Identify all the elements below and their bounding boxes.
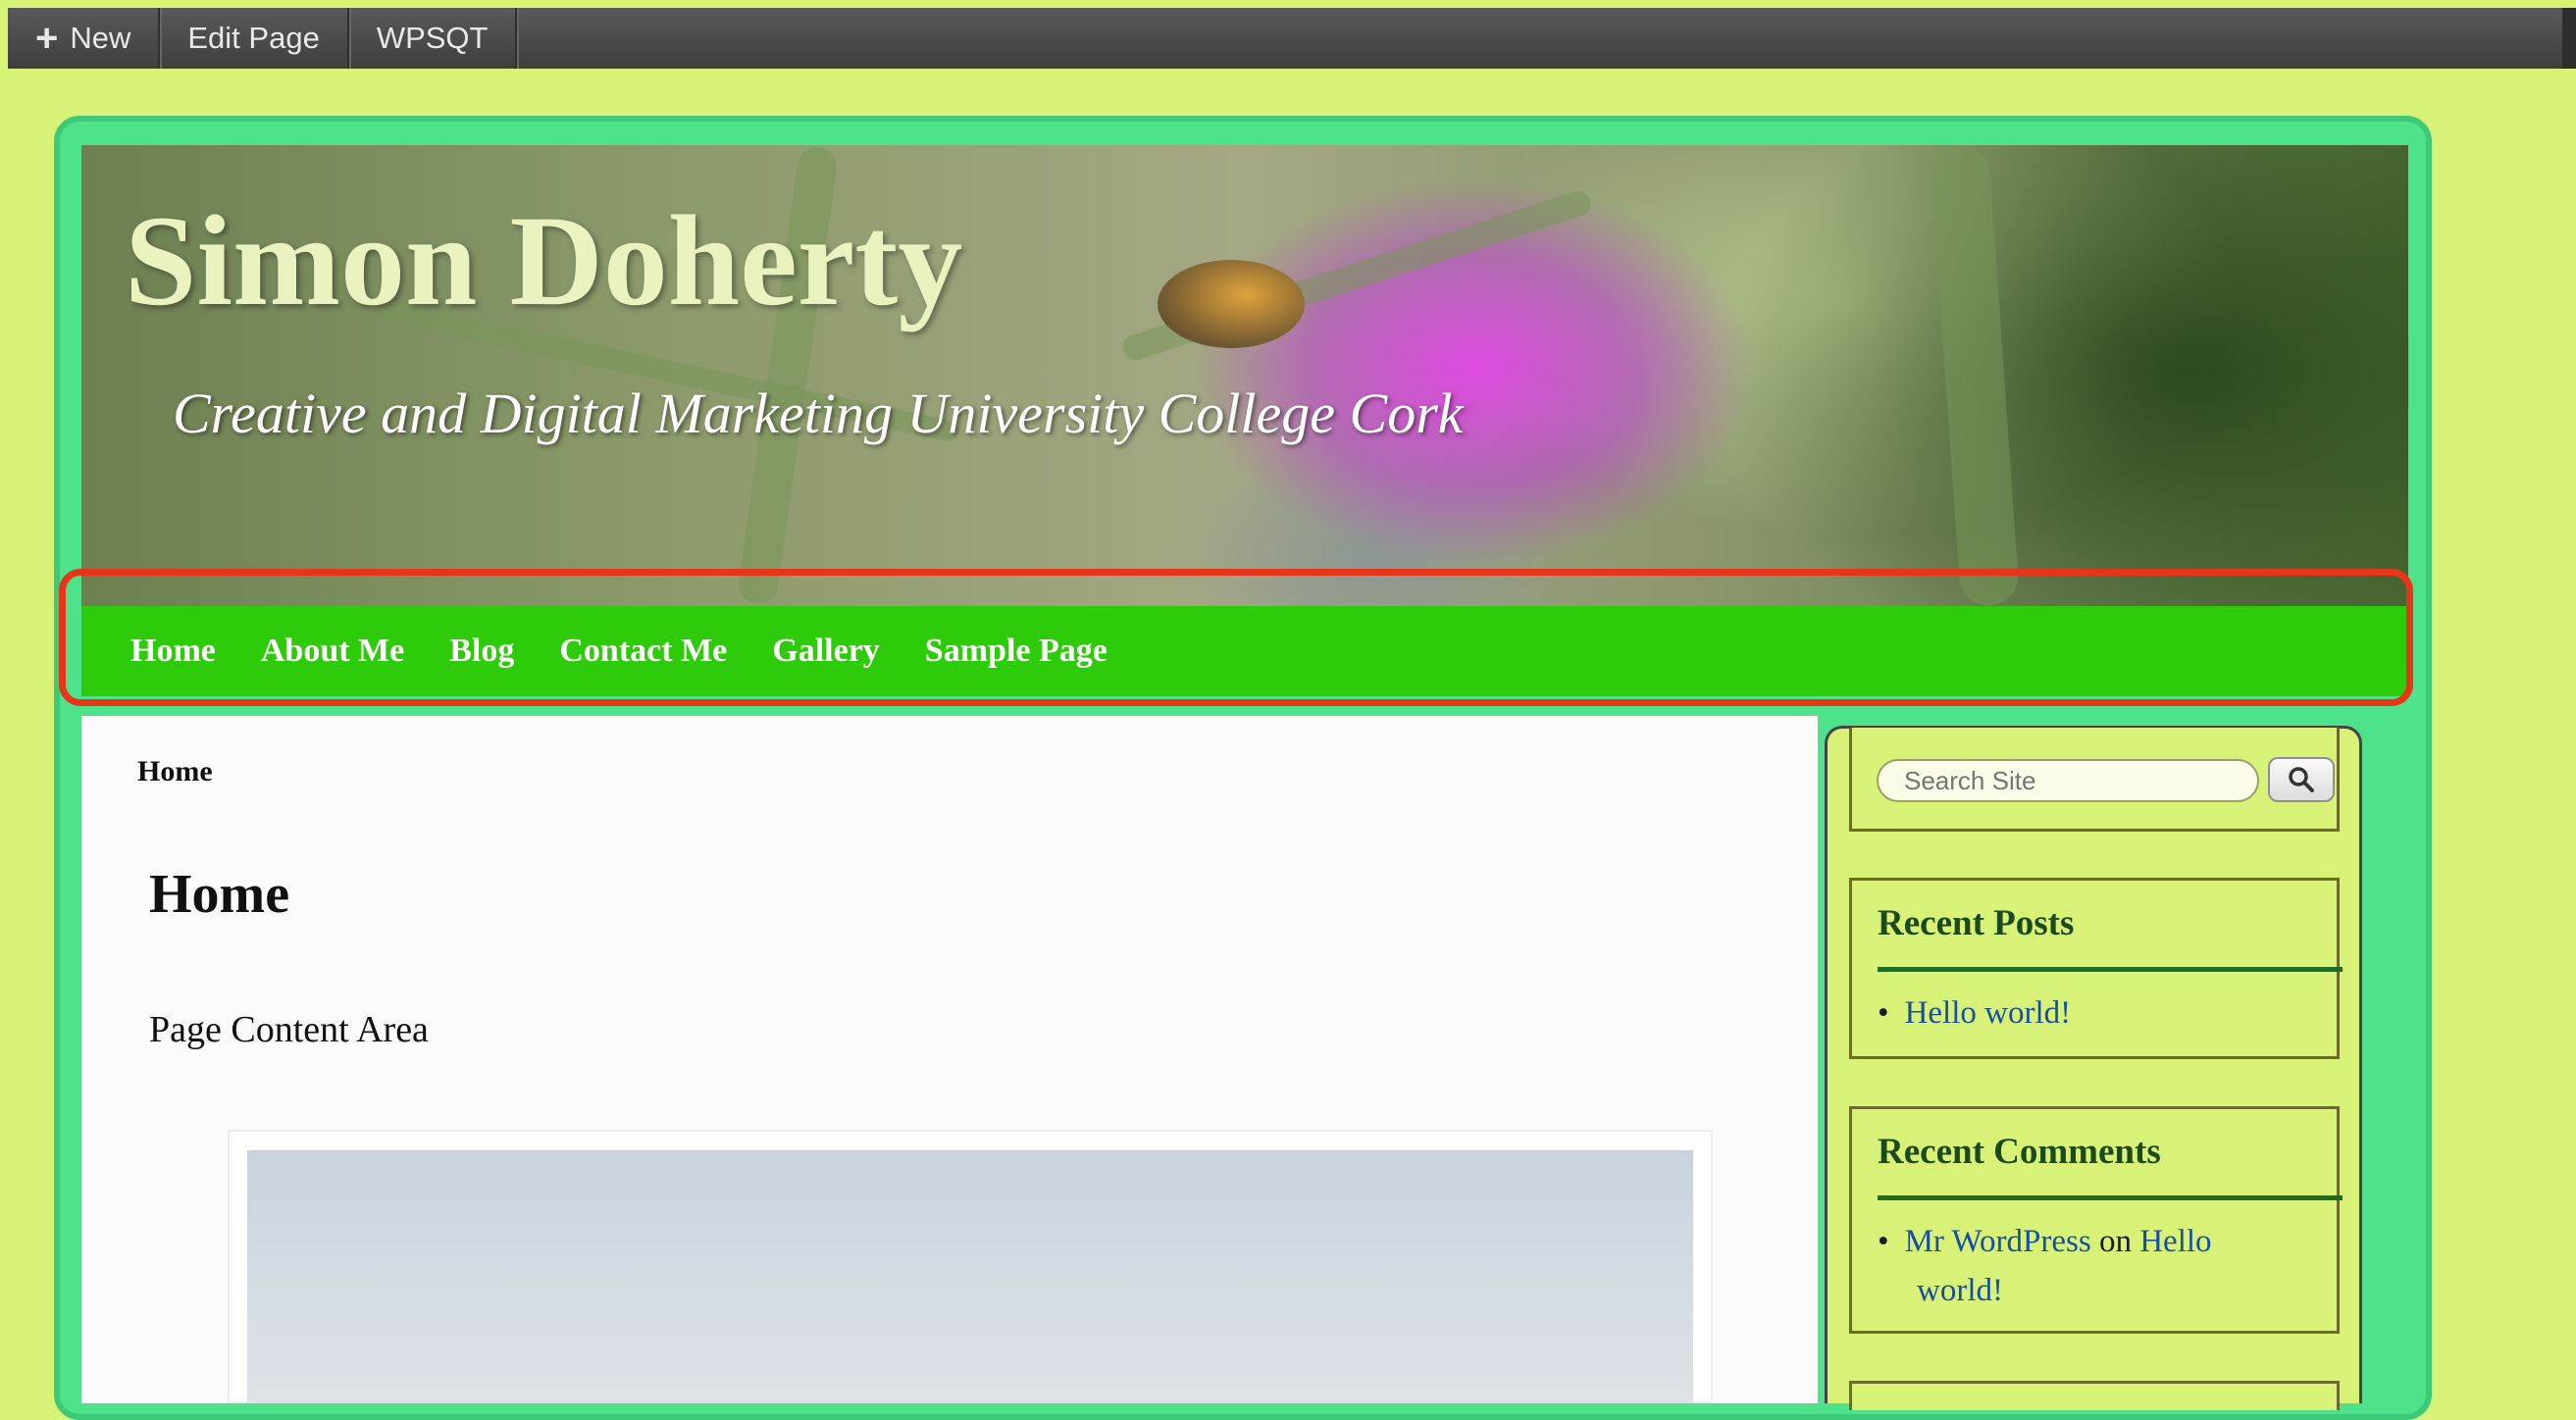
admin-wpsqt-label: WPSQT xyxy=(376,21,489,55)
bullet-icon: • xyxy=(1878,995,1889,1031)
recent-posts-title: Recent Posts xyxy=(1878,903,2075,943)
admin-wpsqt-button[interactable]: WPSQT xyxy=(349,8,518,69)
plus-icon: + xyxy=(35,17,59,60)
recent-comments-divider xyxy=(1878,1195,2343,1200)
comment-post-link-1[interactable]: Hello xyxy=(2139,1224,2211,1259)
admin-edit-page-label: Edit Page xyxy=(187,21,320,55)
site-tagline: Creative and Digital Marketing Universit… xyxy=(173,381,1464,445)
comment-post-link-2[interactable]: world! xyxy=(1917,1273,2003,1308)
next-widget xyxy=(1849,1381,2340,1410)
recent-posts-list: • Hello world! xyxy=(1878,989,2071,1038)
list-item: • Mr WordPress on Hello xyxy=(1878,1217,2212,1266)
bullet-icon: • xyxy=(1878,1224,1889,1259)
recent-post-link[interactable]: Hello world! xyxy=(1905,995,2072,1031)
bee-image xyxy=(1158,260,1305,348)
admin-bar-edge xyxy=(2562,8,2576,69)
comment-author-link[interactable]: Mr WordPress xyxy=(1905,1224,2091,1259)
recent-comments-list: • Mr WordPress on Hello world! xyxy=(1878,1217,2212,1315)
search-button[interactable] xyxy=(2268,757,2335,802)
admin-new-label: New xyxy=(70,21,131,55)
recent-posts-widget: Recent Posts • Hello world! xyxy=(1849,878,2343,1059)
search-icon xyxy=(2289,767,2314,792)
search-input[interactable] xyxy=(1877,759,2259,802)
recent-comments-title: Recent Comments xyxy=(1878,1132,2161,1172)
comment-connector: on xyxy=(2098,1224,2132,1259)
page-content-text: Page Content Area xyxy=(149,1009,429,1050)
list-item: • Hello world! xyxy=(1878,989,2071,1038)
list-item-continuation: world! xyxy=(1878,1266,2212,1315)
admin-new-button[interactable]: + New xyxy=(8,8,161,69)
admin-bar: + New Edit Page WPSQT xyxy=(8,8,2576,69)
recent-comments-widget: Recent Comments • Mr WordPress on Hello w… xyxy=(1849,1106,2343,1334)
nav-highlight-annotation xyxy=(59,569,2413,706)
content-image xyxy=(247,1150,1693,1403)
admin-edit-page-button[interactable]: Edit Page xyxy=(160,8,349,69)
breadcrumb[interactable]: Home xyxy=(137,755,213,788)
page-title: Home xyxy=(149,864,290,925)
site-title[interactable]: Simon Doherty xyxy=(125,196,962,326)
recent-posts-divider xyxy=(1878,967,2343,972)
